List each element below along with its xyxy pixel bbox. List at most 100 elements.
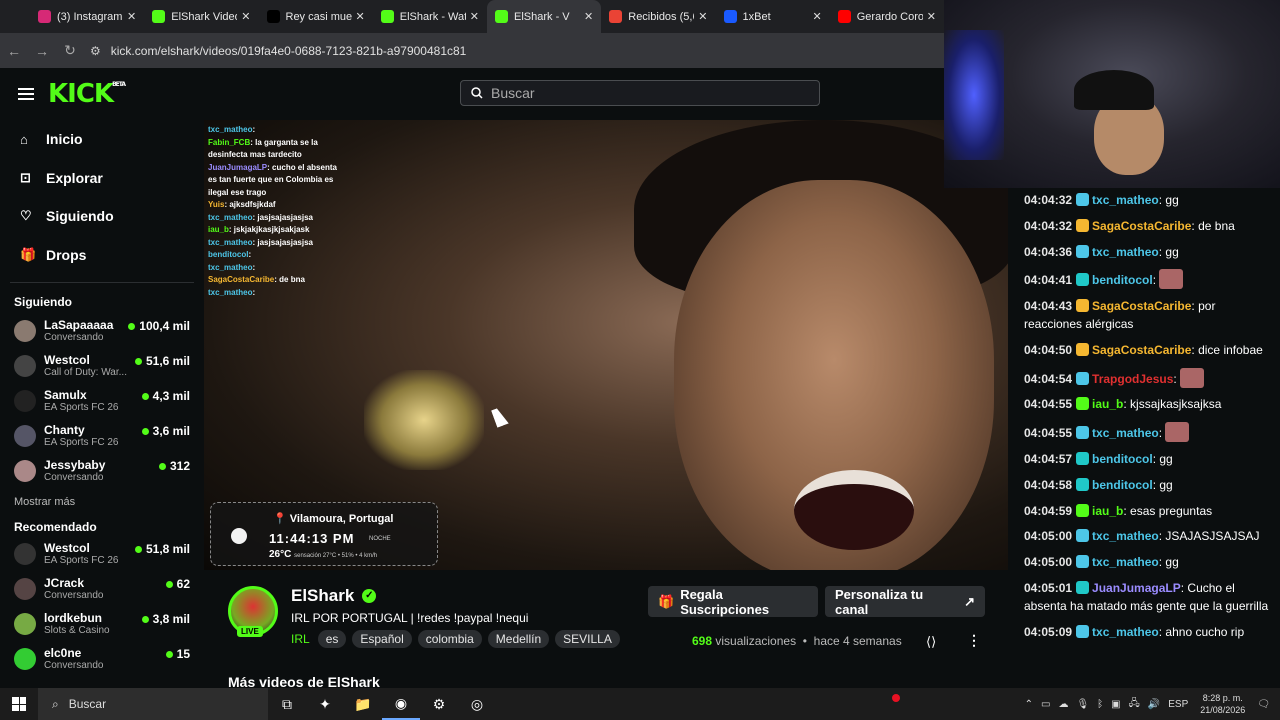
channel-item[interactable]: LaSapaaaaa Conversando 100,4 mil bbox=[0, 313, 204, 348]
chat-username[interactable]: benditocol bbox=[1092, 478, 1153, 492]
close-icon[interactable]: ✕ bbox=[127, 10, 136, 23]
site-header: KICK BETA Buscar bbox=[0, 68, 944, 120]
chat-text: : gg bbox=[1158, 193, 1179, 207]
clock[interactable]: 8:28 p. m. 21/08/2026 bbox=[1200, 692, 1245, 716]
chat-username[interactable]: txc_matheo bbox=[1092, 245, 1159, 259]
browser-tab[interactable]: Gerardo Coro ✕ bbox=[830, 0, 944, 33]
task-view-icon[interactable]: ⧉ bbox=[268, 688, 306, 720]
url-field[interactable]: ⚙ kick.com/elshark/videos/019fa4e0-0688-… bbox=[90, 44, 466, 58]
stream-tag[interactable]: Español bbox=[352, 630, 412, 648]
chat-username[interactable]: txc_matheo bbox=[1092, 529, 1159, 543]
channel-item[interactable]: Chanty EA Sports FC 26 3,6 mil bbox=[0, 418, 204, 453]
language-indicator[interactable]: ESP bbox=[1168, 699, 1188, 710]
stream-tag[interactable]: Medellín bbox=[487, 630, 550, 648]
chat-username[interactable]: SagaCostaCaribe bbox=[1092, 343, 1191, 357]
site-settings-icon[interactable]: ⚙ bbox=[90, 44, 101, 58]
chat-username[interactable]: benditocol bbox=[1092, 273, 1153, 287]
chat-username[interactable]: SagaCostaCaribe bbox=[1092, 219, 1191, 233]
channel-category: EA Sports FC 26 bbox=[44, 555, 119, 566]
emote-icon bbox=[1165, 422, 1190, 443]
browser-tab[interactable]: (3) Instagram ✕ bbox=[30, 0, 144, 33]
volume-icon[interactable]: 🔊 bbox=[1148, 699, 1160, 710]
sidebar-item-inicio[interactable]: ⌂ Inicio bbox=[0, 120, 204, 159]
more-options-icon[interactable]: ⋮ bbox=[967, 632, 981, 649]
close-icon[interactable]: ✕ bbox=[470, 10, 479, 23]
file-explorer-icon[interactable]: 📁 bbox=[344, 688, 382, 720]
chat-username[interactable]: JuanJumagaLP bbox=[1092, 581, 1181, 595]
stream-tag[interactable]: es bbox=[317, 630, 347, 648]
mouse-cursor bbox=[491, 406, 509, 428]
channel-item[interactable]: elc0ne Conversando 15 bbox=[0, 641, 204, 676]
show-more-link[interactable]: Mostrar más bbox=[0, 488, 204, 508]
video-player[interactable]: txc_matheo: Fabin_FCB: la garganta se la … bbox=[204, 120, 1008, 570]
chat-username[interactable]: txc_matheo bbox=[1092, 426, 1159, 440]
close-icon[interactable]: ✕ bbox=[584, 10, 593, 23]
channel-item[interactable]: lordkebun Slots & Casino 3,8 mil bbox=[0, 606, 204, 641]
channel-item[interactable]: Westcol Call of Duty: War... 51,6 mil bbox=[0, 348, 204, 383]
share-icon[interactable]: ⟨⟩ bbox=[926, 634, 936, 650]
obs-icon[interactable]: ◎ bbox=[458, 688, 496, 720]
browser-tab[interactable]: Recibidos (5,6 ✕ bbox=[601, 0, 715, 33]
live-dot-icon bbox=[134, 358, 142, 365]
microphone-icon[interactable]: 🎙 bbox=[1076, 699, 1089, 710]
channel-item[interactable]: Samulx EA Sports FC 26 4,3 mil bbox=[0, 383, 204, 418]
browser-tab[interactable]: Rey casi muer ✕ bbox=[259, 0, 373, 33]
chat-username[interactable]: iau_b bbox=[1092, 397, 1123, 411]
chat-username[interactable]: SagaCostaCaribe bbox=[1092, 299, 1191, 313]
battery-icon[interactable]: ▭ bbox=[1041, 699, 1050, 710]
display-icon[interactable]: ▣ bbox=[1111, 699, 1120, 710]
streamer-name[interactable]: ElShark ✓ bbox=[291, 586, 377, 606]
customize-channel-button[interactable]: Personaliza tu canal ↗ bbox=[825, 586, 985, 617]
chrome-icon[interactable]: ◉ bbox=[382, 688, 420, 720]
chat-username[interactable]: TrapgodJesus bbox=[1092, 372, 1173, 386]
browser-tab[interactable]: ElShark - V ✕ bbox=[487, 0, 602, 33]
chat-message: 04:05:00 txc_matheo: JSAJASJSAJSAJ bbox=[1008, 524, 1280, 550]
cloud-icon[interactable]: ☁ bbox=[1058, 699, 1068, 710]
stream-tag[interactable]: SEVILLA bbox=[555, 630, 620, 648]
stream-category[interactable]: IRL bbox=[291, 632, 310, 646]
browser-tab[interactable]: ElShark Video ✕ bbox=[144, 0, 258, 33]
chat-username[interactable]: txc_matheo bbox=[1092, 625, 1159, 639]
close-icon[interactable]: ✕ bbox=[241, 10, 250, 23]
search-input[interactable]: Buscar bbox=[460, 80, 820, 106]
browser-tab[interactable]: 1xBet ✕ bbox=[716, 0, 830, 33]
sidebar-item-explorar[interactable]: ⊡ Explorar bbox=[0, 159, 204, 198]
copilot-icon[interactable]: ✦ bbox=[306, 688, 344, 720]
steam-icon[interactable]: ⚙ bbox=[420, 688, 458, 720]
chat-username[interactable]: iau_b bbox=[1092, 504, 1123, 518]
chat-username[interactable]: txc_matheo bbox=[1092, 555, 1159, 569]
notifications-icon[interactable]: 🗨 bbox=[1257, 699, 1270, 710]
channel-item[interactable]: Westcol EA Sports FC 26 51,8 mil bbox=[0, 536, 204, 571]
close-icon[interactable]: ✕ bbox=[698, 10, 707, 23]
close-icon[interactable]: ✕ bbox=[927, 10, 936, 23]
badge-icon bbox=[1076, 299, 1090, 313]
stream-tag[interactable]: colombia bbox=[417, 630, 482, 648]
reload-icon[interactable]: ↻ bbox=[56, 42, 84, 59]
sidebar-item-siguiendo[interactable]: ♡ Siguiendo bbox=[0, 197, 204, 236]
chat-message: 04:04:55 txc_matheo: bbox=[1008, 418, 1280, 447]
browser-tab[interactable]: ElShark - Wat ✕ bbox=[373, 0, 487, 33]
chat-timestamp: 04:04:54 bbox=[1024, 371, 1073, 386]
channel-item[interactable]: Jessybaby Conversando 312 bbox=[0, 453, 204, 488]
close-icon[interactable]: ✕ bbox=[356, 10, 365, 23]
tab-title: ElShark - V bbox=[514, 10, 570, 23]
forward-icon[interactable]: → bbox=[28, 43, 56, 59]
chevron-up-icon[interactable]: ⌃ bbox=[1025, 699, 1033, 710]
webcam-overlay bbox=[944, 0, 1280, 188]
bluetooth-icon[interactable]: ᛒ bbox=[1097, 699, 1103, 710]
chat-username[interactable]: benditocol bbox=[1092, 452, 1153, 466]
tab-favicon-icon bbox=[38, 10, 51, 23]
back-icon[interactable]: ← bbox=[0, 43, 28, 59]
close-icon[interactable]: ✕ bbox=[813, 10, 822, 23]
start-button[interactable] bbox=[0, 697, 38, 711]
menu-icon[interactable] bbox=[18, 85, 34, 103]
kick-logo[interactable]: KICK BETA bbox=[48, 79, 126, 109]
stream-overlay-chat: txc_matheo: Fabin_FCB: la garganta se la … bbox=[208, 124, 338, 299]
network-icon[interactable]: 🖧 bbox=[1129, 696, 1140, 713]
channel-item[interactable]: JCrack Conversando 62 bbox=[0, 571, 204, 606]
taskbar-search[interactable]: ⌕ Buscar bbox=[38, 688, 268, 720]
gift-subs-button[interactable]: 🎁 Regala Suscripciones bbox=[648, 586, 818, 617]
chat-username[interactable]: txc_matheo bbox=[1092, 193, 1159, 207]
compass-icon: ⊡ bbox=[20, 169, 31, 185]
sidebar-item-drops[interactable]: 🎁 Drops bbox=[0, 236, 204, 275]
